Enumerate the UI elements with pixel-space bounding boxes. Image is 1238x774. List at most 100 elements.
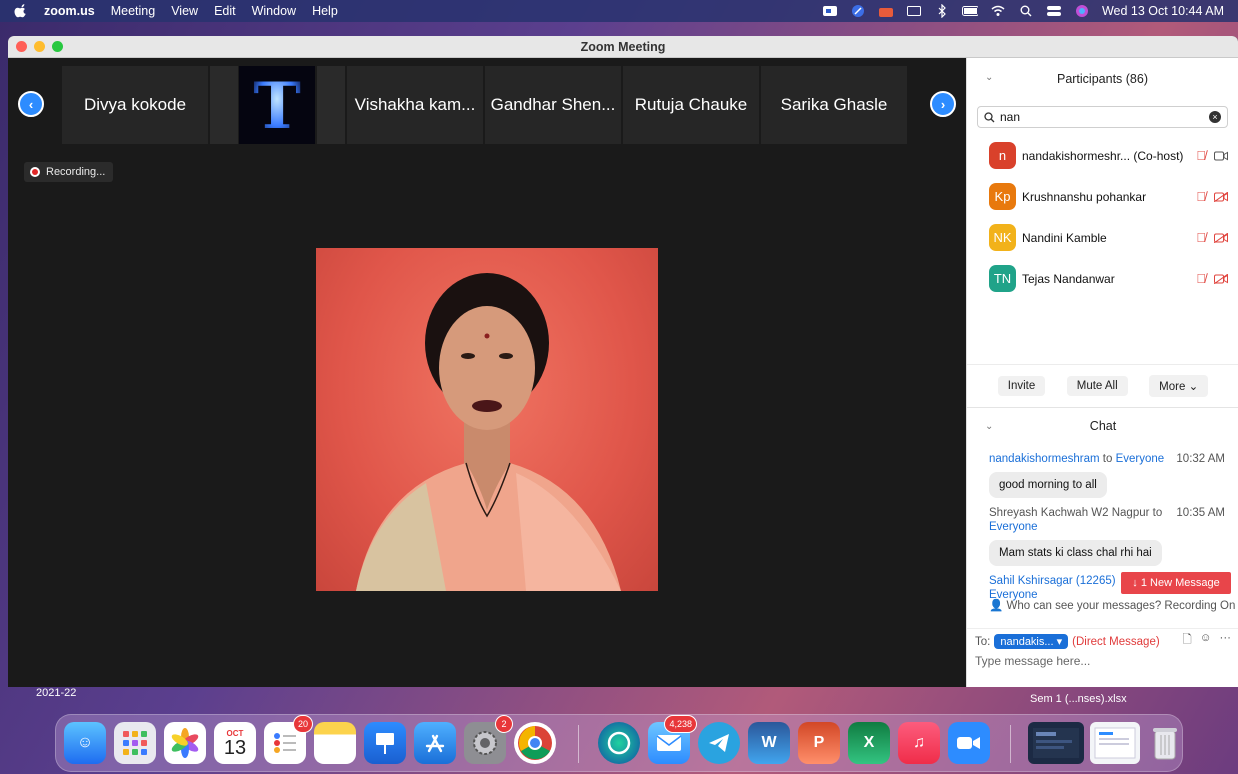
calendar-icon[interactable]: OCT 13 [214, 722, 256, 764]
participant-avatar: n [989, 142, 1016, 169]
video-off-icon[interactable] [1214, 232, 1228, 243]
invite-button[interactable]: Invite [997, 376, 1046, 396]
participant-row[interactable]: Kp Krushnanshu pohankar 🎙̸ [967, 179, 1238, 214]
strip-prev-button[interactable]: ‹ [18, 91, 44, 117]
desktop-file-label[interactable]: 2021-22 [36, 687, 76, 699]
compass-status-icon[interactable] [850, 4, 866, 18]
more-options-icon[interactable]: ··· [1220, 632, 1232, 651]
menu-app-name[interactable]: zoom.us [44, 4, 95, 18]
record-dot-icon [30, 167, 40, 177]
clear-search-icon[interactable]: × [1209, 111, 1221, 123]
menu-bar: zoom.us Meeting View Edit Window Help We… [0, 0, 1238, 22]
music-icon[interactable]: ♫ [898, 722, 940, 764]
strip-next-button[interactable]: › [930, 91, 956, 117]
window-maximize-button[interactable] [52, 41, 63, 52]
zoom-status-icon[interactable] [822, 4, 838, 18]
recording-indicator[interactable]: Recording... [24, 162, 114, 182]
participant-row[interactable]: n nandakishormeshr... (Co-host) 🎙̸ [967, 138, 1238, 173]
file-icon[interactable]: 🗋 [1183, 632, 1192, 651]
letter-t-avatar-image: T [253, 70, 301, 140]
menu-view[interactable]: View [171, 4, 198, 18]
mic-muted-icon[interactable]: 🎙̸ [1196, 148, 1206, 163]
video-tile[interactable]: Sarika Ghasle [761, 66, 907, 144]
trash-icon[interactable] [1144, 722, 1186, 764]
control-center-icon[interactable] [1046, 4, 1062, 18]
system-preferences-icon[interactable]: 2 [464, 715, 513, 764]
word-icon[interactable]: W [748, 722, 790, 764]
bluetooth-icon[interactable] [934, 4, 950, 18]
telegram-icon[interactable] [698, 722, 740, 764]
powerpoint-icon[interactable]: P [798, 722, 840, 764]
spotlight-search-icon[interactable] [1018, 4, 1034, 18]
menu-meeting[interactable]: Meeting [111, 4, 155, 18]
window-minimize-button[interactable] [34, 41, 45, 52]
collapse-participants-icon[interactable]: ⌄ [985, 72, 993, 83]
notes-icon[interactable] [314, 722, 356, 764]
mail-icon[interactable]: 4,238 [648, 715, 697, 764]
video-tile[interactable]: Vishakha kam... [347, 66, 483, 144]
chat-recipient[interactable]: Everyone [989, 521, 1038, 533]
chat-message-meta: nandakishormeshram to Everyone 10:32 AM [989, 452, 1225, 466]
letter-t-text: T [253, 70, 301, 140]
chrome-icon[interactable] [514, 722, 556, 764]
finder-icon[interactable]: ☺ [64, 722, 106, 764]
video-off-icon[interactable] [1214, 273, 1228, 284]
chat-sender[interactable]: nandakishormeshram [989, 453, 1100, 465]
menu-help[interactable]: Help [312, 4, 338, 18]
video-tile[interactable]: Gandhar Shen... [485, 66, 621, 144]
video-tile[interactable] [210, 66, 238, 144]
reminders-icon[interactable]: 20 [264, 715, 313, 764]
photos-icon[interactable] [164, 722, 206, 764]
people-icon: 👤 [989, 600, 1004, 612]
apple-icon[interactable] [14, 4, 28, 18]
chat-time: 10:35 AM [1176, 507, 1225, 519]
collapse-chat-icon[interactable]: ⌄ [985, 421, 993, 432]
search-input[interactable]: nan [1000, 110, 1204, 124]
menu-edit[interactable]: Edit [214, 4, 236, 18]
new-message-button[interactable]: ↓ 1 New Message [1121, 572, 1231, 594]
active-speaker-video[interactable] [316, 248, 658, 591]
participants-search[interactable]: nan × [977, 106, 1228, 128]
chat-message-meta: Shreyash Kachwah W2 Nagpur to Everyone 1… [989, 506, 1225, 534]
recent-window-thumbnail[interactable] [1028, 722, 1084, 764]
chat-recipient[interactable]: Everyone [1116, 453, 1165, 465]
browser-icon[interactable] [598, 722, 640, 764]
mute-all-button[interactable]: Mute All [1066, 376, 1128, 396]
wifi-icon[interactable] [990, 4, 1006, 18]
video-tile[interactable] [317, 66, 345, 144]
mic-muted-icon[interactable]: 🎙̸ [1196, 189, 1206, 204]
video-tile-avatar[interactable]: T [239, 66, 315, 144]
video-on-icon[interactable] [1214, 151, 1228, 161]
launchpad-icon[interactable] [114, 722, 156, 764]
app-store-icon[interactable] [414, 722, 456, 764]
chat-visibility-notice[interactable]: 👤 Who can see your messages? Recording O… [989, 598, 1235, 612]
cloud-status-icon[interactable] [878, 4, 894, 18]
participant-avatar: NK [989, 224, 1016, 251]
display-status-icon[interactable] [906, 4, 922, 18]
mic-muted-icon[interactable]: 🎙̸ [1196, 230, 1206, 245]
siri-icon[interactable] [1074, 4, 1090, 18]
participant-row[interactable]: TN Tejas Nandanwar 🎙̸ [967, 261, 1238, 296]
participant-row[interactable]: NK Nandini Kamble 🎙̸ [967, 220, 1238, 255]
video-tile[interactable]: Divya kokode [62, 66, 208, 144]
participant-avatar: TN [989, 265, 1016, 292]
tile-name: Gandhar Shen... [490, 95, 616, 114]
emoji-icon[interactable]: ☺ [1200, 632, 1212, 651]
video-tile[interactable]: Rutuja Chauke [623, 66, 759, 144]
video-off-icon[interactable] [1214, 191, 1228, 202]
mic-muted-icon[interactable]: 🎙̸ [1196, 271, 1206, 286]
recent-document-thumbnail[interactable] [1090, 722, 1140, 764]
window-close-button[interactable] [16, 41, 27, 52]
more-button[interactable]: More ⌄ [1149, 375, 1209, 397]
menu-clock[interactable]: Wed 13 Oct 10:44 AM [1102, 4, 1224, 18]
recipient-dropdown[interactable]: nandakis... ▾ [994, 634, 1069, 649]
chat-sender[interactable]: Shreyash Kachwah W2 Nagpur to [989, 507, 1162, 519]
menu-window[interactable]: Window [252, 4, 296, 18]
battery-icon[interactable] [961, 4, 978, 18]
zoom-app-icon[interactable] [948, 722, 990, 764]
excel-icon[interactable]: X [848, 722, 890, 764]
keynote-icon[interactable] [364, 722, 406, 764]
desktop-file-label[interactable]: Sem 1 (...nses).xlsx [1030, 693, 1127, 705]
chat-sender[interactable]: Sahil Kshirsagar (12265) [989, 575, 1116, 587]
chat-input[interactable]: Type message here... [975, 654, 1090, 668]
